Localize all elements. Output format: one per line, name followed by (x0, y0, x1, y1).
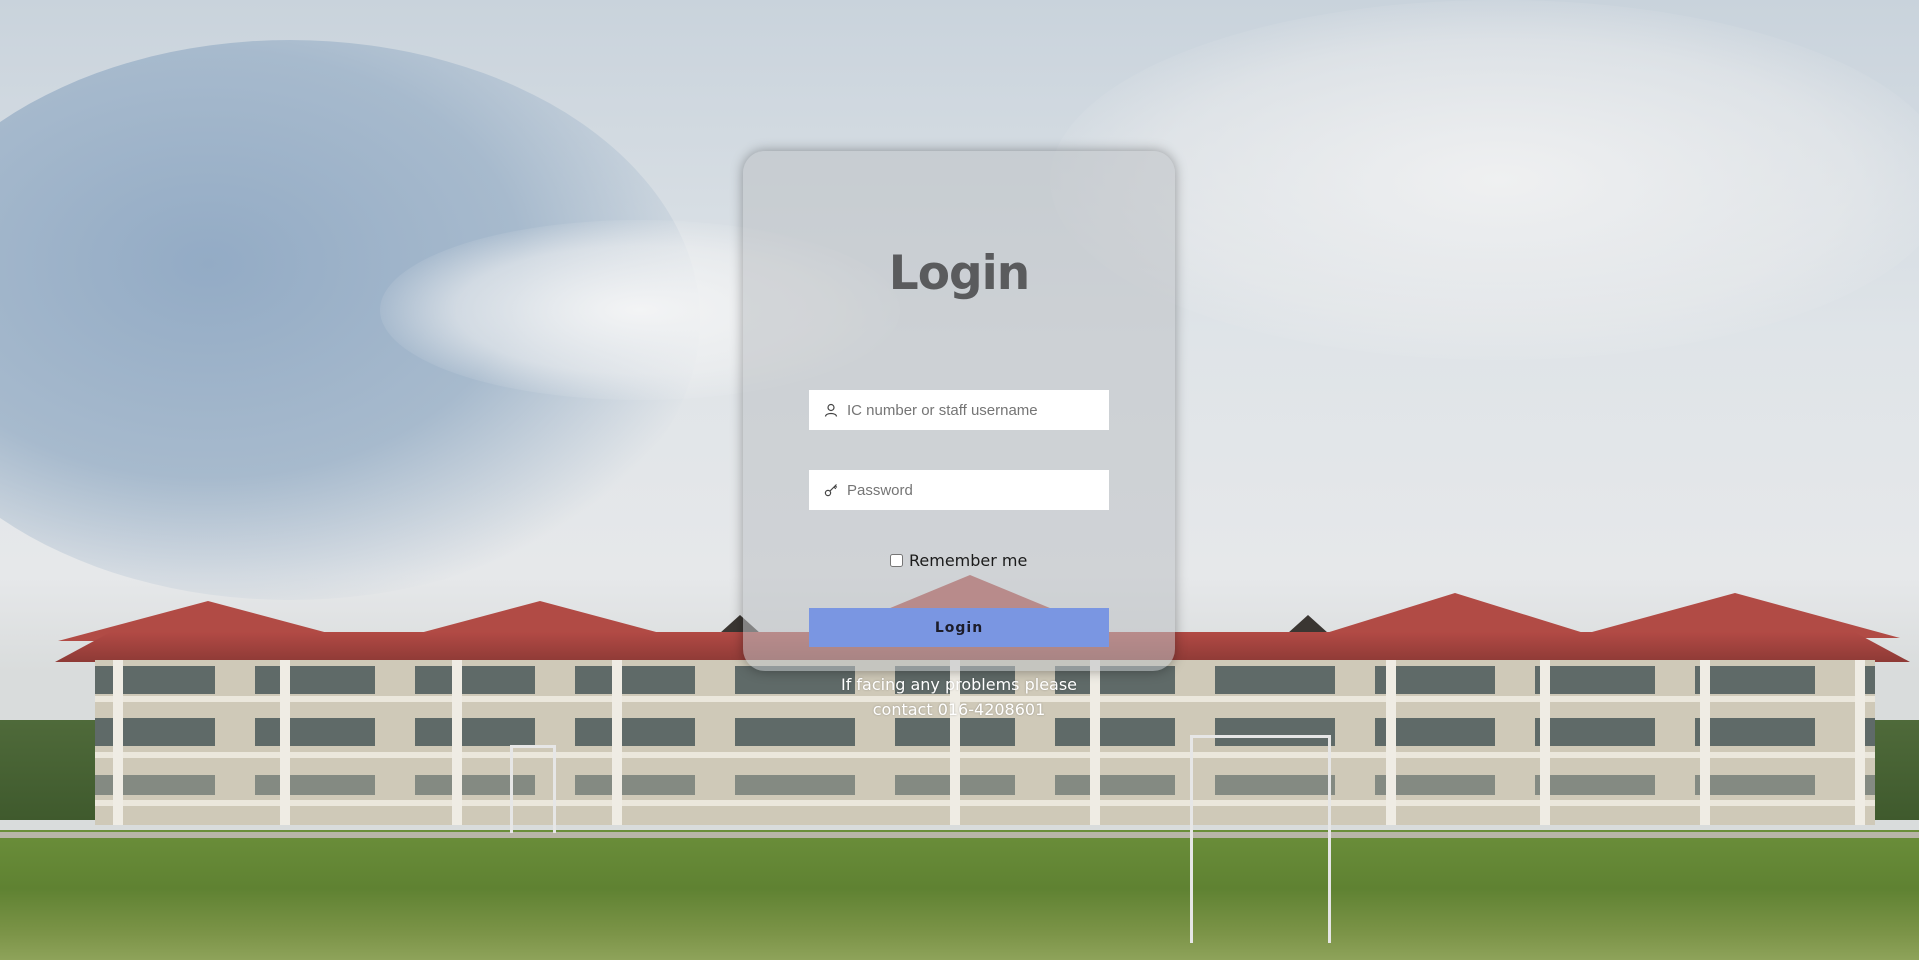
help-text: If facing any problems please contact 01… (809, 672, 1109, 722)
username-field[interactable] (809, 390, 1109, 430)
pillar (1386, 660, 1396, 825)
path (0, 832, 1919, 838)
pillar (452, 660, 462, 825)
help-line-1: If facing any problems please (840, 675, 1078, 694)
basketball-post (510, 745, 556, 833)
netball-post (1190, 735, 1331, 943)
floor-band (95, 800, 1875, 806)
remember-me-checkbox[interactable] (890, 554, 903, 567)
lawn (0, 830, 1919, 960)
pillar (612, 660, 622, 825)
pillar (1540, 660, 1550, 825)
username-input[interactable] (847, 401, 1087, 419)
roof-gable (1570, 593, 1900, 638)
floor-band (95, 752, 1875, 758)
window-row (95, 775, 1875, 795)
login-title: Login (888, 246, 1030, 301)
pillar (1855, 660, 1865, 825)
roof-gable (1310, 593, 1600, 638)
pillar (113, 660, 123, 825)
remember-me[interactable]: Remember me (890, 551, 1027, 570)
pillar (280, 660, 290, 825)
password-input[interactable] (847, 481, 1087, 499)
password-field[interactable] (809, 470, 1109, 510)
help-line-2: contact 016-4208601 (872, 700, 1046, 719)
pillar (1700, 660, 1710, 825)
window-row (95, 718, 1875, 746)
user-icon (823, 402, 839, 418)
remember-me-label: Remember me (909, 551, 1028, 570)
cloud (1050, 0, 1919, 360)
key-icon (823, 482, 839, 498)
login-button[interactable]: Login (809, 608, 1109, 647)
